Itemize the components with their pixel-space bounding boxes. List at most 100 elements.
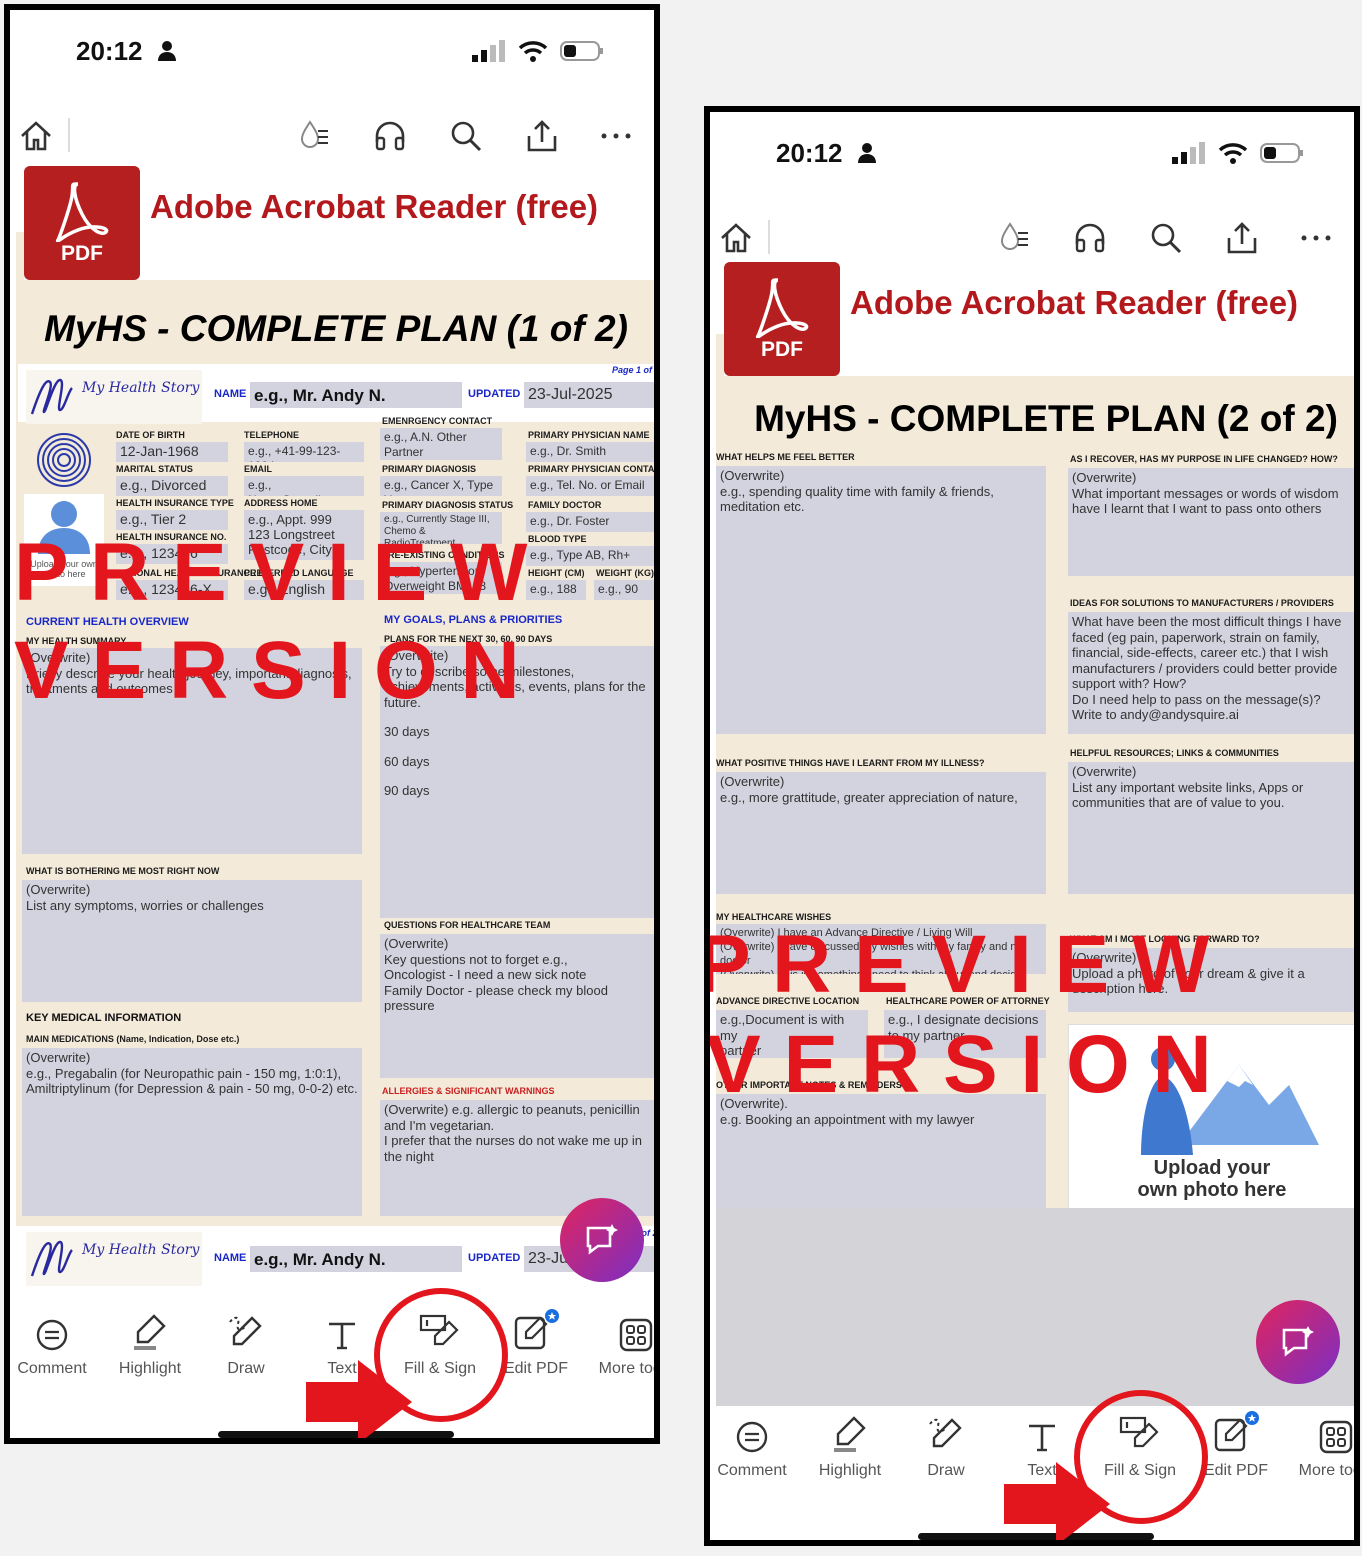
diagnosis-field[interactable]: e.g., Cancer X, Type Y (380, 476, 502, 496)
status-icons (472, 40, 604, 62)
share-icon[interactable] (524, 118, 560, 154)
family-doctor-field[interactable]: e.g., Dr. Foster (526, 512, 654, 532)
purpose-field[interactable]: (Overwrite) What important messages or w… (1068, 468, 1354, 576)
weight-field[interactable]: e.g., 90 (594, 580, 654, 600)
more-options-icon-2[interactable] (1298, 220, 1334, 256)
pointer-arrow-icon-2 (1004, 1462, 1110, 1540)
signal-icon (472, 40, 505, 62)
wifi-icon (518, 41, 548, 62)
emergency-field[interactable]: e.g., A.N. Other Partner (380, 428, 502, 460)
comment-tool-2[interactable]: Comment (710, 1408, 800, 1480)
draw-icon-2 (929, 1418, 962, 1448)
insurance-no-label: HEALTH INSURANCE No. (116, 532, 227, 542)
signal-icon-2 (1172, 142, 1205, 164)
language-label: PREFERRED LANGUAGE (244, 568, 354, 578)
headphones-icon[interactable] (372, 118, 408, 154)
updated-field[interactable]: 23-Jul-2025 (524, 382, 654, 408)
profile-photo-upload[interactable]: Upload your own photo here (24, 494, 104, 586)
battery-icon-2 (1260, 143, 1303, 163)
draw-tool[interactable]: Draw (198, 1306, 294, 1378)
more-options-icon[interactable] (598, 118, 634, 154)
app-top-bar-2 (710, 212, 1354, 264)
phone-screen-2: 20:12 MyHS - COMPLETE PLAN (2 of 2) WHAT… (704, 106, 1360, 1546)
dream-photo-upload[interactable]: Upload your own photo here (1068, 1024, 1354, 1208)
bothering-label: WHAT IS BOTHERING ME MOST RIGHT NOW (26, 866, 220, 876)
status-icons-2 (1172, 142, 1304, 164)
liquid-mode-icon-2[interactable] (996, 220, 1032, 256)
resources-field[interactable]: (Overwrite) List any important website l… (1068, 762, 1354, 894)
plans-field[interactable]: (Overwrite) Try to describe some milesto… (380, 646, 654, 918)
name-field[interactable]: e.g., Mr. Andy N. Example (250, 382, 462, 408)
reminders-field[interactable]: (Overwrite). e.g. Booking an appointment… (716, 1094, 1046, 1208)
power-of-attorney-field[interactable]: e.g., I designate decisions to my partne… (884, 1010, 1046, 1058)
fingerprint-icon (37, 433, 91, 487)
weight-label: WEIGHT (kg) (596, 568, 654, 578)
blood-type-field[interactable]: e.g., Type AB, Rh+ (526, 546, 654, 566)
plans-60-days: 60 days (384, 753, 430, 769)
summary-field[interactable]: (Overwrite) Briefly describe your health… (22, 648, 362, 854)
search-icon[interactable] (448, 118, 484, 154)
draw-tool-2[interactable]: Draw (898, 1408, 994, 1480)
more-tools-tool[interactable]: More tools (588, 1306, 654, 1378)
pdf-page-2[interactable]: MyHS - COMPLETE PLAN (2 of 2) WHAT HELPS… (716, 334, 1354, 1208)
person-icon (158, 40, 176, 67)
email-field[interactable]: e.g., Name@gmail.com (244, 476, 364, 496)
questions-field[interactable]: (Overwrite) Key questions not to forget … (380, 934, 654, 1078)
insurance-no-field[interactable]: e.g., 123456 (116, 544, 228, 564)
logo-text-2: My Health Story (82, 1242, 200, 1258)
highlight-tool[interactable]: Highlight (102, 1306, 198, 1378)
height-field[interactable]: e.g., 188 (526, 580, 586, 600)
plans-30-days: 30 days (384, 724, 430, 739)
insurance-type-field[interactable]: e.g., Tier 2 (116, 510, 228, 530)
language-field[interactable]: e.g., English (244, 580, 364, 600)
family-doctor-label: FAMILY DOCTOR (528, 500, 602, 510)
mountain-hiker-icon (1141, 1047, 1319, 1155)
physician-field[interactable]: e.g., Dr. Smith (526, 442, 654, 462)
search-icon-2[interactable] (1148, 220, 1184, 256)
pre-existing-field[interactable]: e.g., Hypertension, Overweight BMI 28 (380, 562, 502, 594)
acrobat-swirl-icon (55, 182, 109, 242)
address-field[interactable]: e.g., Appt. 999 123 Longstreet Postcode,… (244, 510, 364, 560)
email-label: EMAIL (244, 464, 272, 474)
more-tools-tool-2[interactable]: More tools (1288, 1408, 1354, 1480)
pre-existing-label: PRE-EXISTING CONDITIONS (382, 550, 505, 560)
allergies-field[interactable]: (Overwrite) e.g. allergic to peanuts, pe… (380, 1100, 654, 1216)
comment-tool[interactable]: Comment (10, 1306, 100, 1378)
emergency-label: EMENRGENCY CONTACT (382, 416, 493, 426)
looking-forward-field[interactable]: (Overwrite) Upload a photo of your dream… (1068, 948, 1354, 1012)
advance-directive-field[interactable]: e.g.,Document is with my partner (716, 1010, 868, 1058)
feel-better-field[interactable]: (Overwrite) e.g., spending quality time … (716, 466, 1046, 734)
ideas-field[interactable]: What have been the most difficult things… (1068, 612, 1354, 734)
app-name-2: Adobe Acrobat Reader (free) (850, 284, 1299, 321)
divider-2 (768, 220, 770, 254)
liquid-mode-icon[interactable] (296, 118, 332, 154)
bothering-field[interactable]: (Overwrite) List any symptoms, worries o… (22, 880, 362, 1002)
highlight-icon-2 (834, 1416, 866, 1452)
positive-field[interactable]: (Overwrite) e.g., more grattitude, great… (716, 772, 1046, 894)
ai-assistant-button-2[interactable] (1256, 1300, 1340, 1384)
name-field-2[interactable]: e.g., Mr. Andy N. Example (250, 1246, 462, 1272)
app-top-bar (10, 110, 654, 162)
ai-assistant-button[interactable] (560, 1198, 644, 1282)
blood-type-label: BLOOD TYPE (528, 534, 587, 544)
status-bar-2: 20:12 (710, 112, 1354, 202)
dob-field[interactable]: 12-Jan-1968 (116, 442, 228, 462)
highlight-tool-2[interactable]: Highlight (802, 1408, 898, 1480)
height-label: HEIGHT (cm) (528, 568, 585, 578)
diagnosis-status-field[interactable]: e.g., Currently Stage III, Chemo & Radio… (380, 512, 502, 544)
pdf-page-1[interactable]: MyHS - COMPLETE PLAN (1 of 2) Page 1 of … (16, 232, 654, 1310)
telephone-field[interactable]: e.g., +41-99-123-1234 (244, 442, 364, 462)
home-icon[interactable] (18, 118, 54, 154)
wishes-field[interactable]: (Overwrite) I have an Advance Directive … (716, 924, 1046, 974)
medications-label: MAIN MEDICATIONS (Name, Indication, Dose… (26, 1034, 240, 1044)
medications-field[interactable]: (Overwrite) e.g., Pregabalin (for Neurop… (22, 1048, 362, 1216)
more-tools-label-2: More tools (1298, 1462, 1354, 1479)
share-icon-2[interactable] (1224, 220, 1260, 256)
comment-label-2: Comment (717, 1462, 787, 1479)
national-insurance-field[interactable]: e.g., 123456-X (116, 580, 228, 600)
marital-field[interactable]: e.g., Divorced (116, 476, 228, 496)
physician-contact-field[interactable]: e.g., Tel. No. or Email (526, 476, 654, 496)
goals-title: MY GOALS, PLANS & PRIORITIES (384, 614, 563, 626)
home-icon-2[interactable] (718, 220, 754, 256)
headphones-icon-2[interactable] (1072, 220, 1108, 256)
